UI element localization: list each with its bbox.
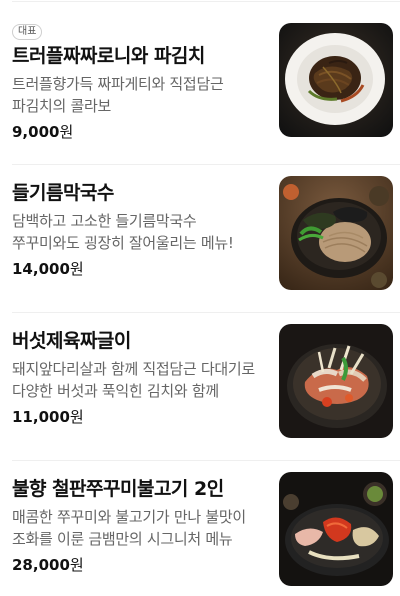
makguksu-bowl-photo: [279, 176, 393, 290]
menu-item-name: 버섯제육짜글이: [12, 330, 131, 352]
price-unit: 원: [59, 123, 74, 141]
menu-item-description: 트러플향가득 짜파게티와 직접담근 파김치의 콜라보: [12, 75, 224, 115]
menu-item-fire-jjukkumi-bulgogi[interactable]: 불향 철판쭈꾸미불고기 2인 매콤한 쭈꾸미와 불고기가 만나 불맛이 조화를 …: [0, 460, 400, 596]
menu-item-name: 트러플짜짜로니와 파김치: [12, 45, 205, 67]
menu-item-mushroom-jeyuk-jjageuli[interactable]: 버섯제육짜글이 돼지앞다리살과 함께 직접담근 다대기로 다양한 버섯과 푹익힌…: [0, 312, 400, 472]
menu-item-perilla-makguksu[interactable]: 들기름막국수 담백하고 고소한 들기름막국수 쭈꾸미와도 굉장히 잘어울리는 메…: [0, 164, 400, 324]
menu-item-price: 9,000원: [12, 121, 267, 143]
menu-item-price: 14,000원: [12, 258, 267, 280]
iron-plate-photo: [279, 472, 393, 586]
menu-item-name: 불향 철판쭈꾸미불고기 2인: [12, 478, 224, 500]
menu-item-photo[interactable]: [279, 23, 393, 137]
price-number: 28,000: [12, 556, 70, 574]
menu-item-photo[interactable]: [279, 176, 393, 290]
menu-item-description: 담백하고 고소한 들기름막국수 쭈꾸미와도 굉장히 잘어울리는 메뉴!: [12, 212, 234, 252]
menu-item-description: 매콤한 쭈꾸미와 불고기가 만나 불맛이 조화를 이룬 금뱀만의 시그니처 메뉴: [12, 508, 246, 548]
menu-item-name: 들기름막국수: [12, 182, 114, 204]
menu-item-photo[interactable]: [279, 324, 393, 438]
jjageuli-pot-photo: [279, 324, 393, 438]
price-unit: 원: [69, 260, 84, 278]
noodle-plate-photo: [279, 23, 393, 137]
price-unit: 원: [69, 556, 84, 574]
menu-item-description: 돼지앞다리살과 함께 직접담근 다대기로 다양한 버섯과 푹익힌 김치와 함께: [12, 360, 255, 400]
menu-item-info: 대표 트러플짜짜로니와 파김치 트러플향가득 짜파게티와 직접담근 파김치의 콜…: [12, 19, 267, 143]
menu-item-price: 28,000원: [12, 554, 267, 576]
menu-item-price: 11,000원: [12, 406, 267, 428]
menu-item-photo[interactable]: [279, 472, 393, 586]
top-divider: [12, 1, 400, 2]
price-number: 11,000: [12, 408, 70, 426]
signature-badge: 대표: [12, 24, 43, 40]
price-number: 9,000: [12, 123, 60, 141]
price-unit: 원: [69, 408, 84, 426]
menu-item-truffle-jjajjaroni[interactable]: 대표 트러플짜짜로니와 파김치 트러플향가득 짜파게티와 직접담근 파김치의 콜…: [0, 19, 400, 167]
menu-item-info: 들기름막국수 담백하고 고소한 들기름막국수 쭈꾸미와도 굉장히 잘어울리는 메…: [12, 180, 267, 280]
menu-item-info: 불향 철판쭈꾸미불고기 2인 매콤한 쭈꾸미와 불고기가 만나 불맛이 조화를 …: [12, 476, 267, 576]
price-number: 14,000: [12, 260, 70, 278]
menu-item-info: 버섯제육짜글이 돼지앞다리살과 함께 직접담근 다대기로 다양한 버섯과 푹익힌…: [12, 328, 267, 428]
